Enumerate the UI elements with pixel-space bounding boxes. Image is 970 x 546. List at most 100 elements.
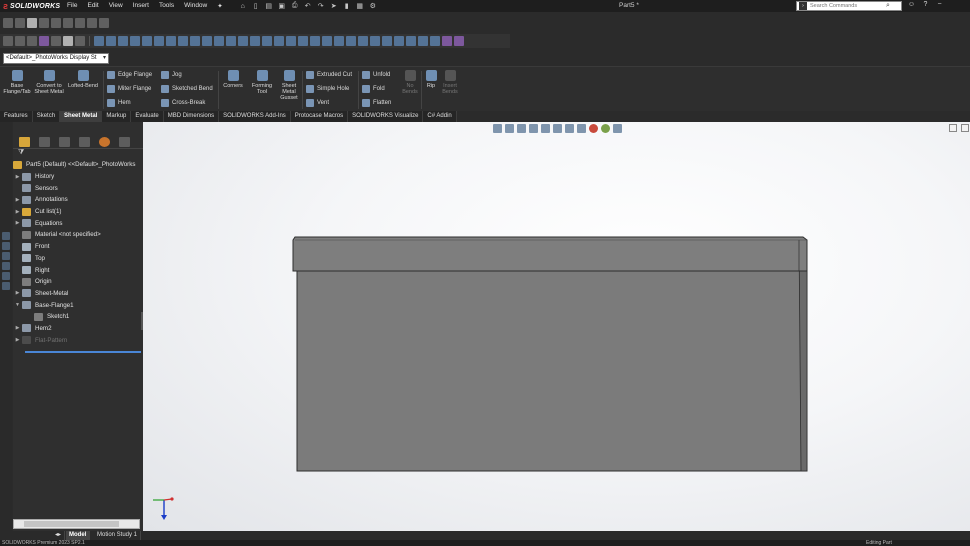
toolbar-icon[interactable]: [27, 36, 37, 46]
tree-item-equations[interactable]: ▶ Equations: [13, 217, 143, 229]
new-document-icon[interactable]: ▯: [251, 2, 261, 11]
unfold-button[interactable]: Unfold: [362, 71, 390, 79]
side-tool-icon[interactable]: [2, 282, 10, 290]
toolbar-icon[interactable]: [87, 18, 97, 28]
extruded-cut-button[interactable]: Extruded Cut: [306, 71, 352, 79]
window-controls-icon[interactable]: −: [934, 1, 945, 11]
user-account-icon[interactable]: ☺: [906, 1, 917, 11]
side-tool-icon[interactable]: [2, 242, 10, 250]
forming-tool-button[interactable]: Forming Tool: [248, 70, 276, 95]
toolbar-icon[interactable]: [202, 36, 212, 46]
more-tabs-icon[interactable]: [119, 136, 130, 147]
toolbar-icon[interactable]: [51, 36, 61, 46]
toolbar-icon[interactable]: [178, 36, 188, 46]
filter-icon[interactable]: ⧩: [13, 149, 143, 159]
expand-arrow-icon[interactable]: ▶: [13, 325, 22, 331]
toolbar-icon[interactable]: [15, 18, 25, 28]
tree-root[interactable]: Part5 (Default) <<Default>_PhotoWorks: [13, 159, 143, 171]
expand-arrow-icon[interactable]: ▶: [13, 197, 22, 203]
search-commands[interactable]: › ⌕: [796, 1, 902, 11]
expand-arrow-icon[interactable]: ▶: [13, 174, 22, 180]
toolbar-icon[interactable]: [394, 36, 404, 46]
toolbar-icon[interactable]: [75, 18, 85, 28]
property-manager-icon[interactable]: [39, 136, 50, 147]
part-hem-flange[interactable]: [292, 236, 808, 272]
toolbar-icon[interactable]: [226, 36, 236, 46]
tree-item-annotations[interactable]: ▶ Annotations: [13, 194, 143, 206]
tree-item-sensors[interactable]: Sensors: [13, 182, 143, 194]
tree-item-origin[interactable]: Origin: [13, 276, 143, 288]
toolbar-icon[interactable]: [154, 36, 164, 46]
toolbar-icon[interactable]: [166, 36, 176, 46]
part-model[interactable]: [143, 122, 970, 531]
tree-item-sheet-metal[interactable]: ▶ Sheet-Metal: [13, 288, 143, 300]
tab-model[interactable]: Model: [66, 531, 91, 540]
toolbar-icon[interactable]: [310, 36, 320, 46]
tab-protocase-macros[interactable]: Protocase Macros: [291, 111, 349, 122]
horizontal-scrollbar[interactable]: [13, 519, 140, 529]
toolbar-icon[interactable]: [75, 36, 85, 46]
navigation-arrows-icon[interactable]: ◂▸: [52, 531, 66, 540]
scrollbar-thumb[interactable]: [24, 521, 119, 527]
flatten-button[interactable]: Flatten: [362, 99, 391, 107]
tree-item-flat-pattern[interactable]: ▶ Flat-Pattern: [13, 334, 143, 346]
toolbar-icon[interactable]: [3, 18, 13, 28]
display-manager-icon[interactable]: [99, 136, 110, 147]
toolbar-icon[interactable]: [214, 36, 224, 46]
print-icon[interactable]: ⎙: [290, 2, 300, 11]
help-icon[interactable]: ?: [920, 1, 931, 11]
sketched-bend-button[interactable]: Sketched Bend: [161, 85, 213, 93]
tab-markup[interactable]: Markup: [102, 111, 132, 122]
no-bends-button[interactable]: No Bends: [400, 70, 420, 95]
options-gear-icon[interactable]: ⚙: [368, 2, 378, 11]
toolbar-icon[interactable]: [370, 36, 380, 46]
part-front-face[interactable]: [296, 268, 808, 472]
toolbar-icon[interactable]: [39, 18, 49, 28]
tab-evaluate[interactable]: Evaluate: [131, 111, 164, 122]
toolbar-icon[interactable]: [238, 36, 248, 46]
tab-motion-study[interactable]: Motion Study 1: [94, 531, 142, 540]
toolbar-icon[interactable]: [99, 18, 109, 28]
expand-arrow-icon[interactable]: ▶: [13, 290, 22, 296]
tab-sheet-metal[interactable]: Sheet Metal: [60, 111, 103, 122]
search-icon[interactable]: ⌕: [886, 2, 890, 10]
select-arrow-icon[interactable]: ➤: [329, 2, 339, 11]
toolbar-icon[interactable]: [63, 18, 73, 28]
convert-to-sheet-metal-button[interactable]: Convert to Sheet Metal: [34, 70, 64, 95]
toolbar-icon[interactable]: [454, 36, 464, 46]
toolbar-icon[interactable]: [190, 36, 200, 46]
dimxpert-icon[interactable]: [79, 136, 90, 147]
toolbar-icon[interactable]: [130, 36, 140, 46]
menu-file[interactable]: File: [62, 2, 82, 10]
toolbar-icon[interactable]: [118, 36, 128, 46]
toolbar-icon[interactable]: [51, 18, 61, 28]
insert-bends-button[interactable]: Insert Bends: [440, 70, 460, 95]
toolbar-icon[interactable]: [346, 36, 356, 46]
side-tool-icon[interactable]: [2, 252, 10, 260]
save-icon[interactable]: ▣: [277, 2, 287, 11]
side-tool-icon[interactable]: [2, 262, 10, 270]
tree-item-sketch1[interactable]: Sketch1: [13, 311, 143, 323]
tree-item-front-plane[interactable]: Front: [13, 241, 143, 253]
open-icon[interactable]: ▤: [264, 2, 274, 11]
rip-button[interactable]: Rip: [423, 70, 439, 89]
toolbar-icon[interactable]: [27, 18, 37, 28]
tree-item-history[interactable]: ▶ History: [13, 171, 143, 183]
toolbar-icon[interactable]: [15, 36, 25, 46]
toolbar-icon[interactable]: [286, 36, 296, 46]
select-icon[interactable]: [63, 36, 73, 46]
graphics-area[interactable]: [143, 122, 970, 531]
tab-features[interactable]: Features: [0, 111, 33, 122]
menu-edit[interactable]: Edit: [82, 2, 103, 10]
toolbar-icon[interactable]: [3, 36, 13, 46]
toolbar-icon[interactable]: [322, 36, 332, 46]
tree-item-material[interactable]: Material <not specified>: [13, 229, 143, 241]
edge-flange-button[interactable]: Edge Flange: [107, 71, 152, 79]
toolbar-icon[interactable]: [418, 36, 428, 46]
tab-solidworks-addins[interactable]: SOLIDWORKS Add-Ins: [219, 111, 291, 122]
side-tool-icon[interactable]: [2, 272, 10, 280]
fold-button[interactable]: Fold: [362, 85, 385, 93]
collapse-arrow-icon[interactable]: ▼: [13, 302, 22, 308]
miter-flange-button[interactable]: Miter Flange: [107, 85, 151, 93]
toolbar-icon[interactable]: [298, 36, 308, 46]
